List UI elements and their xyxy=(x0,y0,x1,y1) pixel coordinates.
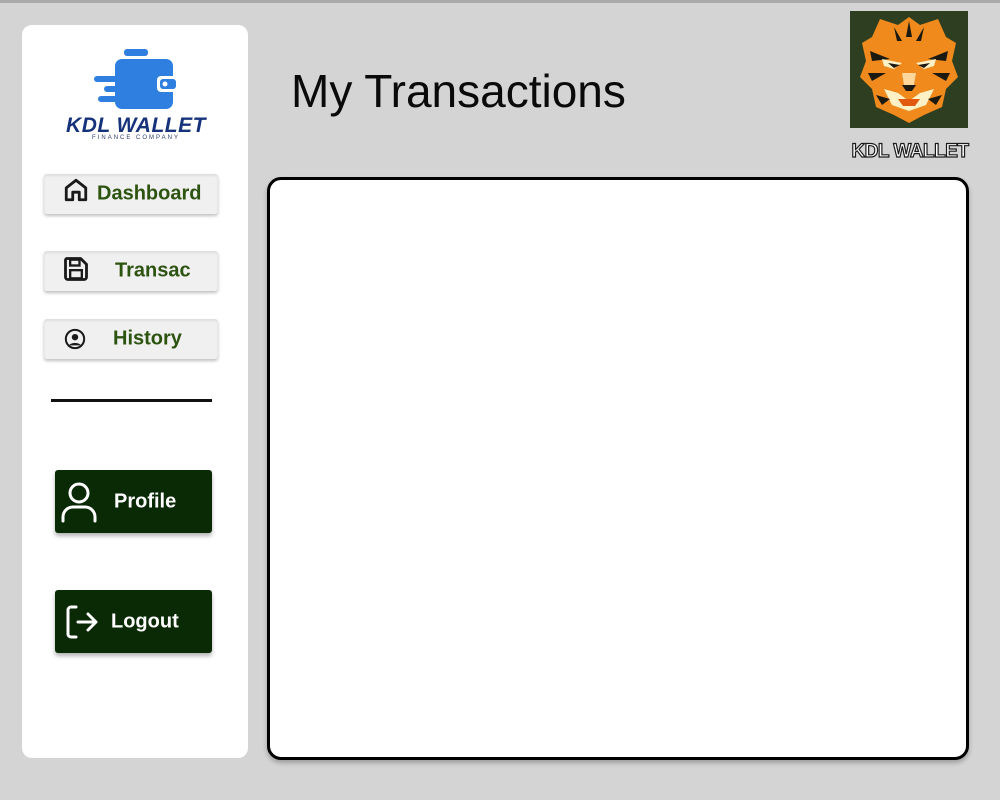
brand-tagline: FINANCE COMPANY xyxy=(92,135,180,141)
profile-button[interactable]: Profile xyxy=(55,470,212,533)
avatar-caption: KDL WALLET xyxy=(851,140,970,162)
floppy-disk-icon xyxy=(64,257,88,281)
sidebar-divider xyxy=(51,399,212,402)
nav-item-dashboard[interactable]: Dashboard xyxy=(44,174,218,214)
profile-label: Profile xyxy=(114,490,177,512)
sidebar: KDL WALLET FINANCE COMPANY Dashboard Tra… xyxy=(22,25,248,758)
nav-label-transac: Transac xyxy=(115,259,191,282)
home-icon xyxy=(64,178,88,202)
nav-label-dashboard: Dashboard xyxy=(97,182,202,205)
tiger-icon xyxy=(860,17,958,123)
wallet-icon xyxy=(94,49,179,109)
logout-button[interactable]: Logout xyxy=(55,590,212,653)
nav-label-history: History xyxy=(113,327,182,350)
nav-item-transac[interactable]: Transac xyxy=(44,251,218,291)
top-strip xyxy=(0,0,1000,3)
brand-logo: KDL WALLET FINANCE COMPANY xyxy=(66,49,206,169)
transactions-panel xyxy=(267,177,969,760)
user-icon xyxy=(61,482,97,522)
logout-icon xyxy=(66,605,98,638)
logout-label: Logout xyxy=(111,610,179,632)
nav-item-history[interactable]: History xyxy=(44,319,218,359)
user-circle-icon xyxy=(64,328,86,350)
page-title: My Transactions xyxy=(291,65,626,117)
avatar[interactable] xyxy=(850,11,968,128)
